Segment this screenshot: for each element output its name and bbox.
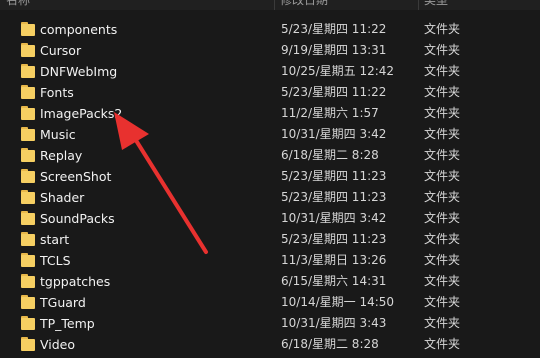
list-item[interactable]: Replay 6/18/星期二 8:28 文件夹 [0,145,540,166]
item-date: 10/14/星期一 14:50 [281,295,395,309]
folder-icon [21,274,35,288]
list-item[interactable]: Shader 5/23/星期四 11:23 文件夹 [0,187,540,208]
item-name: DNFWebImg [40,64,118,79]
item-type: 文件夹 [424,148,461,162]
folder-icon [21,106,35,120]
item-date: 10/31/星期四 3:42 [281,127,387,141]
item-type: 文件夹 [424,169,461,183]
item-name: TCLS [40,253,71,268]
item-type: 文件夹 [424,106,461,120]
folder-icon [21,85,35,99]
item-date: 9/19/星期四 13:31 [281,43,387,57]
list-item[interactable]: start 5/23/星期四 11:23 文件夹 [0,229,540,250]
item-date: 10/31/星期四 3:42 [281,211,387,225]
list-item[interactable]: TCLS 11/3/星期日 13:26 文件夹 [0,250,540,271]
item-date: 5/23/星期四 11:23 [281,232,387,246]
item-name: Music [40,127,76,142]
item-name: TP_Temp [40,316,95,331]
item-date: 11/3/星期日 13:26 [281,253,387,267]
item-name: components [40,22,118,37]
folder-icon [21,169,35,183]
column-header-name[interactable]: 名称 [6,0,30,8]
item-date: 10/31/星期四 3:43 [281,316,387,330]
item-date: 6/18/星期二 8:28 [281,337,379,351]
folder-icon [21,232,35,246]
item-date: 6/15/星期六 14:31 [281,274,387,288]
folder-icon [21,148,35,162]
column-header-date[interactable]: 修改日期 [280,0,328,8]
list-item[interactable]: ScreenShot 5/23/星期四 11:23 文件夹 [0,166,540,187]
list-item[interactable]: TGuard 10/14/星期一 14:50 文件夹 [0,292,540,313]
folder-icon [21,211,35,225]
list-item[interactable]: components 5/23/星期四 11:22 文件夹 [0,19,540,40]
list-item[interactable]: Fonts 5/23/星期四 11:22 文件夹 [0,82,540,103]
item-date: 5/23/星期四 11:22 [281,85,387,99]
folder-icon [21,43,35,57]
item-type: 文件夹 [424,274,461,288]
item-type: 文件夹 [424,43,461,57]
list-item[interactable]: TP_Temp 10/31/星期四 3:43 文件夹 [0,313,540,334]
folder-icon [21,127,35,141]
item-name: Cursor [40,43,82,58]
item-type: 文件夹 [424,337,461,351]
list-item[interactable]: Cursor 9/19/星期四 13:31 文件夹 [0,40,540,61]
item-date: 10/25/星期五 12:42 [281,64,395,78]
list-item[interactable]: ImagePacks2 11/2/星期六 1:57 文件夹 [0,103,540,124]
item-name: Shader [40,190,85,205]
item-name: SoundPacks [40,211,115,226]
item-date: 5/23/星期四 11:22 [281,22,387,36]
item-type: 文件夹 [424,22,461,36]
item-type: 文件夹 [424,85,461,99]
item-name: TGuard [40,295,86,310]
item-type: 文件夹 [424,316,461,330]
folder-icon [21,337,35,351]
item-type: 文件夹 [424,211,461,225]
column-divider[interactable] [274,0,275,10]
folder-icon [21,190,35,204]
item-type: 文件夹 [424,190,461,204]
column-header: 名称 修改日期 类型 [0,0,540,10]
item-date: 11/2/星期六 1:57 [281,106,379,120]
item-date: 6/18/星期二 8:28 [281,148,379,162]
item-name: Video [40,337,76,352]
folder-icon [21,22,35,36]
item-name: ImagePacks2 [40,106,123,121]
folder-icon [21,316,35,330]
item-date: 5/23/星期四 11:23 [281,169,387,183]
folder-icon [21,253,35,267]
list-item[interactable]: DNFWebImg 10/25/星期五 12:42 文件夹 [0,61,540,82]
folder-icon [21,64,35,78]
list-item[interactable]: SoundPacks 10/31/星期四 3:42 文件夹 [0,208,540,229]
item-type: 文件夹 [424,232,461,246]
item-type: 文件夹 [424,64,461,78]
item-type: 文件夹 [424,127,461,141]
item-type: 文件夹 [424,295,461,309]
file-list: components 5/23/星期四 11:22 文件夹 Cursor 9/19/星期… [0,19,540,355]
item-name: tgppatches [40,274,111,289]
item-name: ScreenShot [40,169,112,184]
folder-icon [21,295,35,309]
item-name: start [40,232,70,247]
item-type: 文件夹 [424,253,461,267]
column-divider[interactable] [418,0,419,10]
column-header-type[interactable]: 类型 [424,0,448,8]
item-name: Replay [40,148,83,163]
item-date: 5/23/星期四 11:23 [281,190,387,204]
list-item[interactable]: tgppatches 6/15/星期六 14:31 文件夹 [0,271,540,292]
list-item[interactable]: Video 6/18/星期二 8:28 文件夹 [0,334,540,355]
item-name: Fonts [40,85,74,100]
list-item[interactable]: Music 10/31/星期四 3:42 文件夹 [0,124,540,145]
